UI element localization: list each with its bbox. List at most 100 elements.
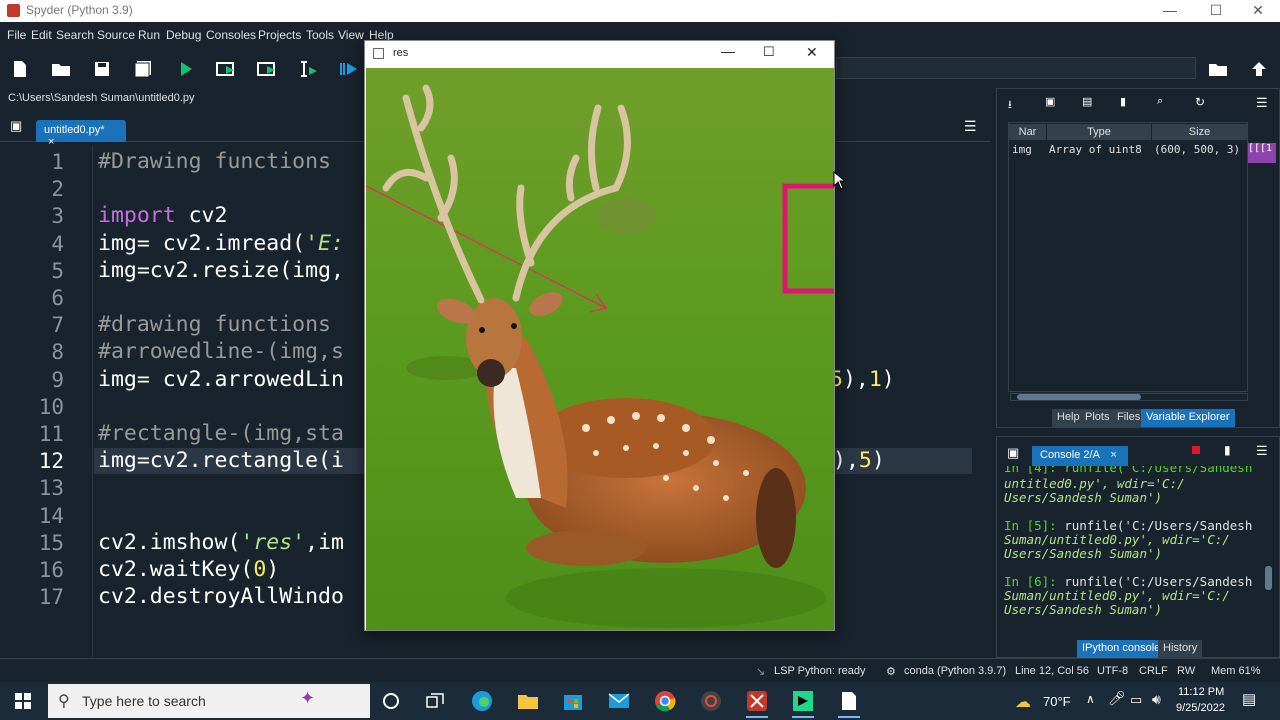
refresh-icon[interactable]: ↻ (1195, 95, 1205, 109)
spyder-taskbar-icon[interactable] (738, 686, 776, 718)
mail-icon[interactable] (600, 686, 638, 716)
microsoft-store-icon[interactable] (554, 686, 592, 716)
menu-consoles[interactable]: Consoles (206, 28, 256, 42)
clear-console-icon[interactable]: ▮ (1224, 443, 1231, 457)
taskbar-search-box[interactable]: ⚲ Type here to search ✦ (48, 684, 370, 718)
task-view-icon[interactable] (416, 686, 454, 716)
weather-temp[interactable]: 70°F (1043, 694, 1071, 709)
microphone-icon[interactable]: 🎤︎ (1108, 690, 1126, 707)
tab-console-2a[interactable]: Console 2/A × (1032, 446, 1128, 466)
image-window-title-bar[interactable]: res — ☐ ✕ (365, 41, 834, 68)
menu-file[interactable]: File (7, 28, 26, 42)
menu-debug[interactable]: Debug (166, 28, 201, 42)
console-scrollbar-thumb[interactable] (1265, 566, 1272, 590)
code-line: cv2.imshow('res',im (98, 530, 344, 555)
cortana-icon[interactable] (372, 686, 410, 716)
code-line: img= cv2.arrowedLin (98, 367, 344, 392)
code-text: img= cv2.imread( (98, 230, 306, 256)
run-cell-icon[interactable] (215, 58, 237, 80)
scrollbar-thumb[interactable] (1017, 394, 1141, 400)
save-data-icon[interactable]: ▣ (1045, 95, 1055, 108)
notification-icon[interactable]: ▤ (1242, 690, 1256, 708)
browse-tabs-icon[interactable]: ▣ (10, 118, 22, 134)
code-text: ) (871, 448, 885, 474)
menu-source[interactable]: Source (97, 28, 135, 42)
code-line: cv2.waitKey(0) (98, 557, 279, 582)
vx-options-icon[interactable]: ☰ (1256, 95, 1268, 111)
working-directory-input[interactable] (836, 57, 1196, 79)
lsp-status[interactable]: LSP Python: ready (774, 665, 866, 677)
console-options-icon[interactable]: ☰ (1256, 443, 1268, 459)
cursor-position: Line 12, Col 56 (1015, 665, 1089, 677)
image-minimize-button[interactable]: — (721, 43, 735, 59)
edge-browser-icon[interactable] (463, 686, 501, 716)
line-number: 9 (51, 367, 64, 392)
tab-history[interactable]: History (1158, 640, 1203, 658)
start-button-icon[interactable] (4, 686, 42, 716)
save-data-as-icon[interactable]: ▤ (1082, 95, 1092, 108)
clock-time[interactable]: 11:12 PM (1178, 686, 1224, 698)
network-icon[interactable]: ▭ (1130, 692, 1142, 708)
menu-edit[interactable]: Edit (31, 28, 52, 42)
mouse-cursor-icon (833, 171, 847, 190)
tab-plots[interactable]: Plots (1080, 409, 1115, 427)
menu-run[interactable]: Run (138, 28, 160, 42)
horizontal-scrollbar[interactable] (1010, 393, 1248, 401)
tray-chevron-icon[interactable]: ∧ (1086, 692, 1095, 706)
tab-untitled0[interactable]: untitled0.py* × (36, 120, 126, 148)
menu-projects[interactable]: Projects (258, 28, 301, 42)
stop-icon[interactable] (1192, 446, 1200, 454)
menu-view[interactable]: View (338, 28, 364, 42)
column-name-header[interactable]: Nar (1009, 124, 1046, 140)
debug-icon[interactable] (338, 58, 360, 80)
import-data-icon[interactable]: ⭳ (1008, 96, 1012, 115)
run-icon[interactable] (175, 58, 197, 80)
console-output[interactable]: In [4]: runfile('C:/Users/Sandesh untitl… (998, 466, 1264, 634)
line-number: 8 (51, 340, 64, 365)
column-size-header[interactable]: Size (1152, 124, 1247, 140)
clock-date[interactable]: 9/25/2022 (1176, 702, 1225, 714)
line-number: 6 (51, 286, 64, 310)
minimize-button[interactable]: — (1148, 0, 1192, 22)
close-button[interactable]: ✕ (1236, 0, 1280, 22)
save-icon[interactable] (91, 58, 113, 80)
open-folder-icon[interactable] (50, 58, 72, 80)
var-size-cell: (600, 500, 3) (1154, 143, 1241, 156)
image-maximize-button[interactable]: ☐ (763, 44, 775, 60)
menu-search[interactable]: Search (56, 28, 94, 42)
save-all-icon[interactable] (132, 58, 154, 80)
tab-ipython-console[interactable]: IPython console (1077, 640, 1166, 658)
media-player-icon[interactable] (692, 686, 730, 716)
chrome-icon[interactable] (646, 686, 684, 716)
search-icon[interactable]: ⌕ (1157, 95, 1163, 108)
run-cell-advance-icon[interactable] (256, 58, 278, 80)
code-text: #drawing functions (98, 312, 331, 338)
image-close-button[interactable]: ✕ (806, 44, 818, 61)
lsp-icon: ↘ (756, 666, 766, 678)
parent-directory-icon[interactable] (1248, 58, 1270, 80)
code-text: img=cv2.rectangle(i (98, 448, 344, 474)
menu-tools[interactable]: Tools (306, 28, 334, 42)
window-title: Spyder (Python 3.9) (26, 3, 133, 17)
code-number: 0 (253, 557, 267, 582)
file-explorer-icon[interactable] (509, 686, 547, 716)
var-name-cell: img (1012, 143, 1032, 156)
image-window[interactable]: res — ☐ ✕ (364, 40, 835, 631)
pycharm-taskbar-icon[interactable] (784, 686, 822, 718)
maximize-button[interactable]: ☐ (1194, 0, 1238, 22)
environment-status[interactable]: conda (Python 3.9.7) (904, 665, 1006, 677)
volume-icon[interactable]: 🔊︎ (1152, 691, 1161, 708)
window-title-bar: Spyder (Python 3.9) — ☐ ✕ (0, 0, 1280, 22)
new-file-icon[interactable] (9, 58, 31, 80)
console-tab-close-icon[interactable]: × (1110, 449, 1116, 461)
browse-directory-icon[interactable] (1207, 58, 1229, 80)
console-tab-label: Console 2/A (1040, 449, 1100, 461)
column-type-header[interactable]: Type (1047, 124, 1151, 140)
spyder-app-icon (7, 4, 20, 17)
editor-options-icon[interactable]: ☰ (964, 118, 977, 135)
remove-all-icon[interactable]: ▮ (1120, 95, 1126, 108)
browse-consoles-icon[interactable]: ▣ (1007, 445, 1019, 461)
run-selection-icon[interactable] (297, 58, 319, 80)
opencv-window-taskbar-icon[interactable] (830, 686, 868, 718)
tab-variable-explorer[interactable]: Variable Explorer (1141, 409, 1235, 427)
